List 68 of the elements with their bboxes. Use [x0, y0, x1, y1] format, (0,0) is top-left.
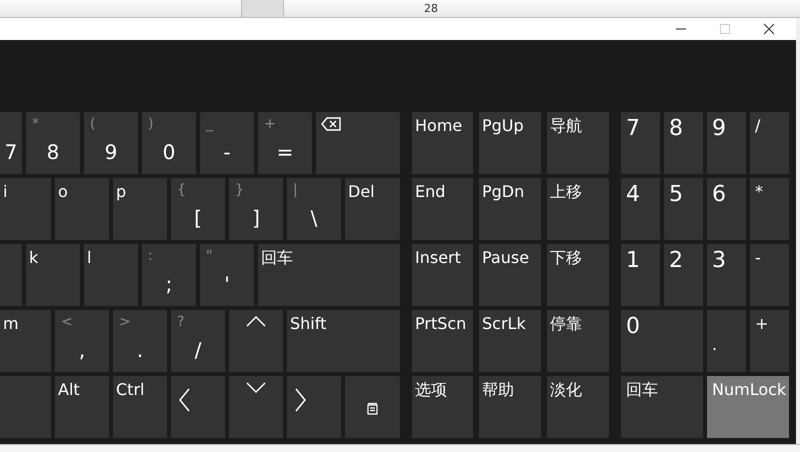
backspace-icon	[321, 117, 341, 131]
key[interactable]: PrtScn	[412, 310, 473, 372]
key[interactable]: 0	[621, 310, 703, 372]
key[interactable]: 选项	[412, 376, 473, 438]
key[interactable]: *	[750, 178, 789, 240]
maximize-icon[interactable]	[719, 23, 731, 35]
key[interactable]: Del	[345, 178, 400, 240]
key[interactable]: 9	[707, 112, 746, 174]
key[interactable]: } ]	[229, 178, 283, 240]
key[interactable]: Pause	[479, 244, 541, 306]
chevron-icon	[244, 380, 268, 395]
key[interactable]: Ctrl	[113, 376, 167, 438]
key[interactable]	[345, 376, 400, 438]
key[interactable]: : ;	[142, 244, 196, 306]
key[interactable]: m	[0, 310, 51, 372]
key[interactable]: k	[26, 244, 80, 306]
menu-icon	[367, 402, 378, 415]
key[interactable]: NumLock	[707, 376, 789, 438]
key[interactable]: PgUp	[479, 112, 541, 174]
key[interactable]: " '	[200, 244, 254, 306]
key[interactable]: 回车	[258, 244, 400, 306]
key[interactable]: 6	[707, 178, 746, 240]
key[interactable]: 8	[664, 112, 703, 174]
key[interactable]: * 8	[26, 112, 80, 174]
key[interactable]: 停靠	[547, 310, 609, 372]
key[interactable]: End	[412, 178, 473, 240]
key[interactable]: 下移	[547, 244, 609, 306]
chevron-icon	[177, 386, 192, 414]
key[interactable]: 1	[621, 244, 660, 306]
key[interactable]: 淡化	[547, 376, 609, 438]
key[interactable]: PgDn	[479, 178, 541, 240]
key[interactable]: 4	[621, 178, 660, 240]
key[interactable]: 帮助	[479, 376, 541, 438]
key[interactable]: Alt	[55, 376, 109, 438]
key[interactable]: 7	[621, 112, 660, 174]
key[interactable]: 上移	[547, 178, 609, 240]
chevron-icon	[293, 386, 308, 414]
key[interactable]: _ -	[200, 112, 254, 174]
document-text: 28	[424, 2, 438, 15]
key[interactable]: Shift	[287, 310, 400, 372]
key[interactable]: 回车	[621, 376, 703, 438]
key[interactable]: + =	[258, 112, 312, 174]
key[interactable]: l	[84, 244, 138, 306]
key[interactable]: 3	[707, 244, 746, 306]
key[interactable]: > .	[113, 310, 167, 372]
key[interactable]: p	[113, 178, 167, 240]
key[interactable]: ) 0	[142, 112, 196, 174]
key[interactable]: Insert	[412, 244, 473, 306]
key[interactable]: -	[750, 244, 789, 306]
key[interactable]: o	[55, 178, 109, 240]
key[interactable]: Home	[412, 112, 473, 174]
key[interactable]: 5	[664, 178, 703, 240]
key[interactable]: /	[750, 112, 789, 174]
key[interactable]: 导航	[547, 112, 609, 174]
key[interactable]: 7	[0, 112, 22, 174]
key[interactable]: i	[0, 178, 51, 240]
key[interactable]: ScrLk	[479, 310, 541, 372]
key[interactable]: | \	[287, 178, 341, 240]
key[interactable]: +	[750, 310, 789, 372]
key[interactable]: { [	[171, 178, 225, 240]
key[interactable]: .	[707, 310, 746, 372]
chevron-icon	[244, 314, 268, 329]
key[interactable]	[316, 112, 400, 174]
key[interactable]: ( 9	[84, 112, 138, 174]
key[interactable]: < ,	[55, 310, 109, 372]
key[interactable]: ? /	[171, 310, 225, 372]
close-icon[interactable]	[763, 23, 775, 35]
key[interactable]: 2	[664, 244, 703, 306]
